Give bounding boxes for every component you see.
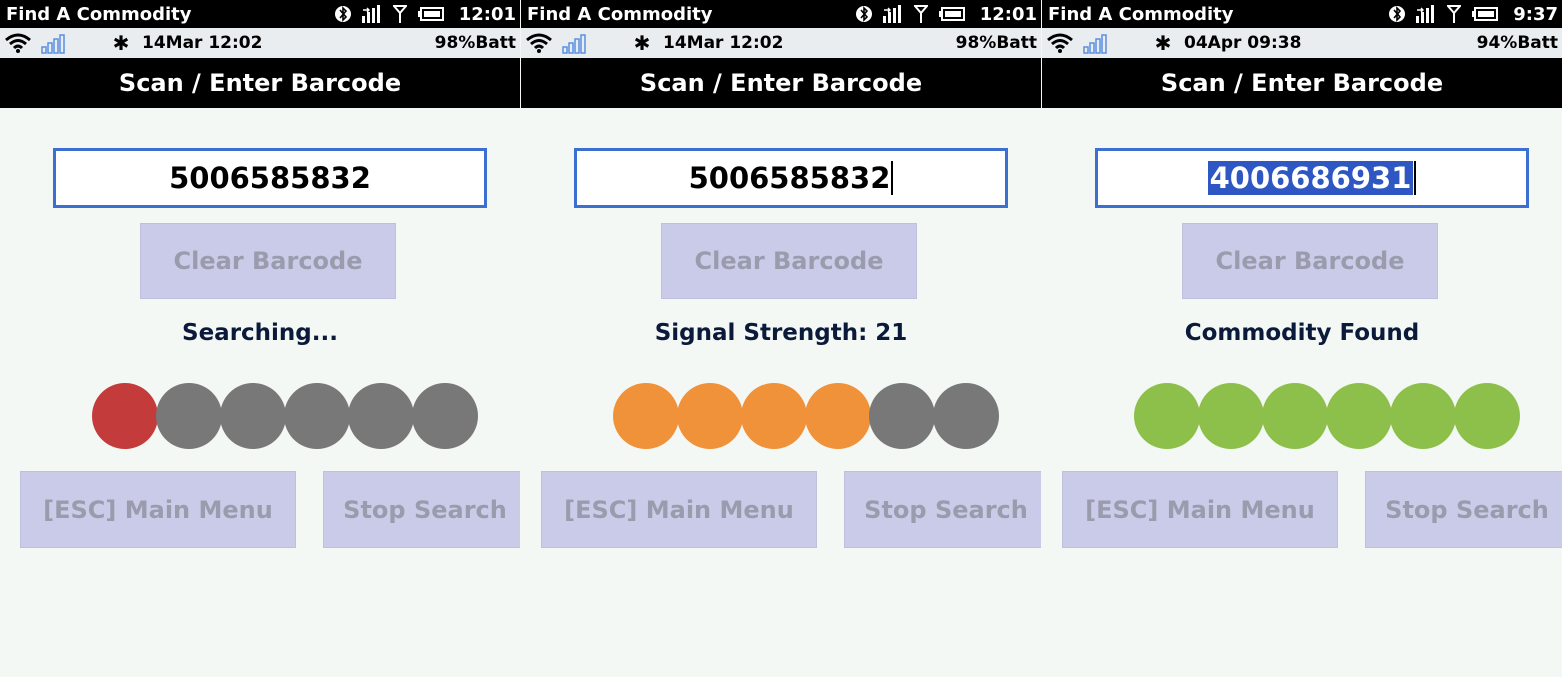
signal-dot-4 (284, 383, 350, 449)
signal-dot-2 (677, 383, 743, 449)
page-header: Scan / Enter Barcode (0, 58, 520, 108)
barcode-value: 5006585832 (169, 161, 371, 195)
search-status-text: Signal Strength: 21 (654, 320, 908, 346)
battery-icon (938, 6, 966, 22)
bluetooth-icon (1389, 5, 1406, 23)
status-bar: ✱ 14Mar 12:02 98%Batt (0, 28, 520, 58)
wifi-icon (1046, 32, 1082, 54)
barcode-input[interactable]: 5006585832 (53, 148, 487, 208)
page-header: Scan / Enter Barcode (521, 58, 1041, 108)
network-sync-icon (1415, 4, 1437, 24)
status-bar: ✱ 04Apr 09:38 94%Batt (1042, 28, 1562, 58)
battery-percent: 98%Batt (955, 33, 1037, 53)
antenna-icon (1447, 5, 1462, 23)
bluetooth-status-icon: ✱ (633, 31, 651, 55)
signal-dot-2 (156, 383, 222, 449)
main-menu-button[interactable]: [ESC] Main Menu (20, 471, 296, 548)
barcode-value: 5006585832 (688, 161, 891, 195)
signal-dot-2 (1198, 383, 1264, 449)
screen-panel-3: Find A Commodity 9:37 ✱ 04Apr 09:38 94%B… (1042, 0, 1562, 677)
title-bar: Find A Commodity 12:01 (521, 0, 1041, 28)
title-bar: Find A Commodity 12:01 (0, 0, 520, 28)
network-sync-icon (882, 4, 904, 24)
wifi-icon (4, 32, 40, 54)
stop-search-button[interactable]: Stop Search (844, 471, 1041, 548)
title-bar: Find A Commodity 9:37 (1042, 0, 1562, 28)
screen-panel-2: Find A Commodity 12:01 ✱ 14Mar 12:02 98%… (521, 0, 1041, 677)
network-sync-icon (361, 4, 383, 24)
signal-dot-4 (805, 383, 871, 449)
status-bar: ✱ 14Mar 12:02 98%Batt (521, 28, 1041, 58)
signal-bars-icon (1082, 32, 1142, 54)
wifi-icon (525, 32, 561, 54)
clock: 12:01 (979, 3, 1037, 25)
app-title: Find A Commodity (527, 3, 713, 25)
status-date: 14Mar 12:02 (142, 33, 263, 53)
stop-search-button[interactable]: Stop Search (323, 471, 520, 548)
app-title: Find A Commodity (1048, 3, 1234, 25)
bluetooth-icon (334, 5, 351, 23)
clock: 9:37 (1513, 3, 1558, 25)
bluetooth-status-icon: ✱ (112, 31, 130, 55)
text-caret (891, 161, 894, 195)
antenna-icon (913, 5, 928, 23)
app-title: Find A Commodity (6, 3, 192, 25)
signal-dot-3 (741, 383, 807, 449)
search-status-text: Searching... (182, 320, 338, 346)
signal-dot-1 (1134, 383, 1200, 449)
signal-dot-4 (1326, 383, 1392, 449)
signal-bars-icon (561, 32, 621, 54)
battery-percent: 94%Batt (1476, 33, 1558, 53)
signal-dot-1 (613, 383, 679, 449)
bluetooth-icon (855, 5, 872, 23)
text-caret (1414, 161, 1417, 195)
search-status-text: Commodity Found (1184, 320, 1420, 346)
main-menu-button[interactable]: [ESC] Main Menu (1062, 471, 1338, 548)
signal-dot-6 (1454, 383, 1520, 449)
battery-percent: 98%Batt (434, 33, 516, 53)
barcode-input[interactable]: 5006585832 (574, 148, 1008, 208)
main-menu-button[interactable]: [ESC] Main Menu (541, 471, 817, 548)
page-header: Scan / Enter Barcode (1042, 58, 1562, 108)
signal-dot-6 (933, 383, 999, 449)
battery-icon (417, 6, 445, 22)
signal-dot-5 (1390, 383, 1456, 449)
battery-icon (1471, 6, 1499, 22)
signal-dot-3 (1262, 383, 1328, 449)
clear-barcode-button[interactable]: Clear Barcode (140, 223, 396, 299)
signal-dot-5 (869, 383, 935, 449)
status-date: 04Apr 09:38 (1184, 33, 1302, 53)
signal-dot-1 (92, 383, 158, 449)
stop-search-button[interactable]: Stop Search (1365, 471, 1562, 548)
clear-barcode-button[interactable]: Clear Barcode (661, 223, 917, 299)
status-date: 14Mar 12:02 (663, 33, 784, 53)
barcode-input[interactable]: 4006686931 (1095, 148, 1529, 208)
clear-barcode-button[interactable]: Clear Barcode (1182, 223, 1438, 299)
signal-dot-5 (348, 383, 414, 449)
clock: 12:01 (458, 3, 516, 25)
bluetooth-status-icon: ✱ (1154, 31, 1172, 55)
antenna-icon (392, 5, 407, 23)
signal-bars-icon (40, 32, 100, 54)
signal-dot-3 (220, 383, 286, 449)
screen-panel-1: Find A Commodity 12:01 ✱ 14Mar 12:02 98%… (0, 0, 520, 677)
signal-dot-6 (412, 383, 478, 449)
barcode-value: 4006686931 (1207, 161, 1414, 195)
